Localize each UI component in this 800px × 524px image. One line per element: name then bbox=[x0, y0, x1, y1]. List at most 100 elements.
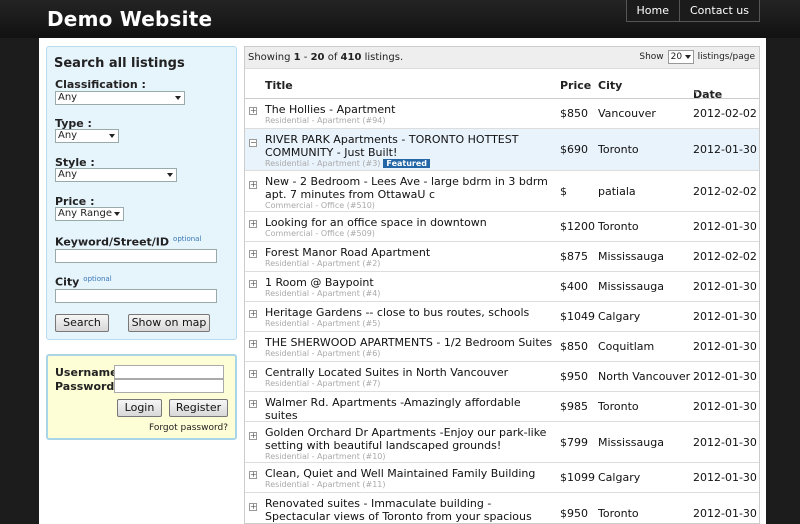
main-content: Search all listings Classification : Any… bbox=[39, 38, 766, 524]
listing-title-cell: 1 Room @ Baypoint Residential - Apartment… bbox=[265, 276, 553, 299]
login-button[interactable]: Login bbox=[117, 399, 162, 417]
plus-box-icon[interactable]: + bbox=[249, 280, 257, 288]
table-row[interactable]: + Renovated suites - Immaculate building … bbox=[245, 493, 759, 523]
keyword-label-text: Keyword/Street/ID bbox=[55, 235, 170, 249]
listing-category-text: Residential - Apartment (#94) bbox=[265, 116, 386, 125]
of-text: of bbox=[327, 52, 338, 63]
plus-box-icon[interactable]: + bbox=[249, 503, 257, 511]
table-row[interactable]: + Clean, Quiet and Well Maintained Family… bbox=[245, 463, 759, 493]
search-button[interactable]: Search bbox=[55, 314, 109, 332]
table-row[interactable]: + THE SHERWOOD APARTMENTS - 1/2 Bedroom S… bbox=[245, 332, 759, 362]
listing-city: Calgary bbox=[598, 310, 641, 323]
nav-contact-link[interactable]: Contact us bbox=[680, 0, 760, 22]
chevron-down-icon bbox=[175, 96, 181, 100]
per-page-control: Show 20 listings/page bbox=[639, 50, 755, 64]
per-page-suffix: listings/page bbox=[697, 52, 755, 62]
listing-date: 2012-01-30 bbox=[693, 340, 757, 353]
column-city[interactable]: City bbox=[598, 79, 622, 92]
listing-title-link[interactable]: Walmer Rd. Apartments -Amazingly afforda… bbox=[265, 396, 553, 422]
listing-title-cell: New - 2 Bedroom - Lees Ave - large bdrm … bbox=[265, 175, 553, 211]
listing-category: Residential - Apartment (#4) bbox=[265, 289, 553, 299]
table-header: Title Price City Date ▾ bbox=[245, 70, 759, 101]
table-row[interactable]: + Looking for an office space in downtown… bbox=[245, 212, 759, 242]
listing-title-cell: THE SHERWOOD APARTMENTS - 1/2 Bedroom Su… bbox=[265, 336, 553, 359]
site-title[interactable]: Demo Website bbox=[47, 7, 212, 31]
listing-category: Residential - Apartment (#94) bbox=[265, 116, 553, 126]
city-input[interactable] bbox=[55, 289, 217, 303]
listing-title-link[interactable]: The Hollies - Apartment bbox=[265, 103, 553, 116]
username-input[interactable] bbox=[114, 365, 224, 379]
listing-date: 2012-01-30 bbox=[693, 143, 757, 156]
listing-title-link[interactable]: RIVER PARK Apartments - TORONTO HOTTEST … bbox=[265, 133, 553, 159]
chevron-down-icon bbox=[114, 212, 120, 216]
plus-box-icon[interactable]: + bbox=[249, 310, 257, 318]
listing-category: Residential - Apartment (#7) bbox=[265, 379, 553, 389]
listing-title-cell: Golden Orchard Dr Apartments -Enjoy our … bbox=[265, 426, 553, 462]
plus-box-icon[interactable]: + bbox=[249, 250, 257, 258]
table-row[interactable]: + Golden Orchard Dr Apartments -Enjoy our… bbox=[245, 422, 759, 463]
classification-select[interactable]: Any bbox=[55, 91, 185, 105]
chevron-down-icon bbox=[167, 173, 173, 177]
plus-box-icon[interactable]: + bbox=[249, 432, 257, 440]
listing-title-link[interactable]: Golden Orchard Dr Apartments -Enjoy our … bbox=[265, 426, 553, 452]
listing-title-link[interactable]: Clean, Quiet and Well Maintained Family … bbox=[265, 467, 553, 480]
table-row[interactable]: + Forest Manor Road Apartment Residential … bbox=[245, 242, 759, 272]
listing-date: 2012-02-02 bbox=[693, 250, 757, 263]
table-row[interactable]: + Centrally Located Suites in North Vanco… bbox=[245, 362, 759, 392]
minus-box-icon[interactable]: − bbox=[249, 139, 257, 147]
forgot-password-link[interactable]: Forgot password? bbox=[149, 423, 228, 433]
table-row[interactable]: + Walmer Rd. Apartments -Amazingly afford… bbox=[245, 392, 759, 431]
keyword-input[interactable] bbox=[55, 249, 217, 263]
city-label-text: City bbox=[55, 275, 80, 289]
listing-price: $799 bbox=[560, 436, 588, 449]
table-row[interactable]: − RIVER PARK Apartments - TORONTO HOTTEST… bbox=[245, 129, 759, 171]
login-panel: Username: Password: Login Register Forgo… bbox=[46, 354, 237, 440]
listing-title-link[interactable]: Renovated suites - Immaculate building -… bbox=[265, 497, 553, 523]
listing-category: Residential - Apartment (#2) bbox=[265, 259, 553, 269]
show-on-map-button[interactable]: Show on map bbox=[128, 314, 210, 332]
plus-box-icon[interactable]: + bbox=[249, 340, 257, 348]
listing-title-link[interactable]: Forest Manor Road Apartment bbox=[265, 246, 553, 259]
top-nav: Home Contact us bbox=[625, 0, 760, 22]
sort-desc-icon: ▾ bbox=[694, 88, 698, 96]
listing-price: $850 bbox=[560, 340, 588, 353]
nav-home-link[interactable]: Home bbox=[626, 0, 680, 22]
listing-category: Residential - Apartment (#3) Featured bbox=[265, 159, 553, 169]
listing-title-link[interactable]: Centrally Located Suites in North Vancou… bbox=[265, 366, 553, 379]
listing-title-link[interactable]: THE SHERWOOD APARTMENTS - 1/2 Bedroom Su… bbox=[265, 336, 553, 349]
plus-box-icon[interactable]: + bbox=[249, 220, 257, 228]
style-select[interactable]: Any bbox=[55, 168, 177, 182]
per-page-select[interactable]: 20 bbox=[667, 50, 694, 64]
listing-category-text: Residential - Apartment (#11) bbox=[265, 480, 386, 489]
plus-box-icon[interactable]: + bbox=[249, 370, 257, 378]
price-select[interactable]: Any Range bbox=[55, 207, 124, 221]
listing-title-cell: Looking for an office space in downtown C… bbox=[265, 216, 553, 239]
listing-title-cell: RIVER PARK Apartments - TORONTO HOTTEST … bbox=[265, 133, 553, 169]
register-button[interactable]: Register bbox=[169, 399, 228, 417]
listing-city: patiala bbox=[598, 185, 636, 198]
per-page-value: 20 bbox=[670, 52, 683, 62]
listing-title-link[interactable]: Looking for an office space in downtown bbox=[265, 216, 553, 229]
chevron-down-icon bbox=[684, 55, 691, 59]
listing-price: $1200 bbox=[560, 220, 595, 233]
listing-title-link[interactable]: 1 Room @ Baypoint bbox=[265, 276, 553, 289]
listing-title-link[interactable]: New - 2 Bedroom - Lees Ave - large bdrm … bbox=[265, 175, 553, 201]
plus-box-icon[interactable]: + bbox=[249, 181, 257, 189]
table-row[interactable]: + The Hollies - Apartment Residential - Ap… bbox=[245, 99, 759, 129]
column-title[interactable]: Title bbox=[265, 79, 293, 92]
range-sep: - bbox=[303, 52, 308, 63]
style-value: Any bbox=[58, 169, 78, 180]
plus-box-icon[interactable]: + bbox=[249, 400, 257, 408]
table-row[interactable]: +1 Room @ Baypoint Residential - Apartmen… bbox=[245, 272, 759, 302]
password-input[interactable] bbox=[114, 379, 224, 393]
type-select[interactable]: Any bbox=[55, 129, 119, 143]
listing-title-cell: Clean, Quiet and Well Maintained Family … bbox=[265, 467, 553, 490]
password-label: Password: bbox=[55, 380, 119, 393]
column-price[interactable]: Price bbox=[560, 79, 591, 92]
table-row[interactable]: + New - 2 Bedroom - Lees Ave - large bdrm… bbox=[245, 171, 759, 212]
listing-title-link[interactable]: Heritage Gardens -- close to bus routes,… bbox=[265, 306, 553, 319]
table-row[interactable]: + Heritage Gardens -- close to bus routes… bbox=[245, 302, 759, 332]
plus-box-icon[interactable]: + bbox=[249, 107, 257, 115]
plus-box-icon[interactable]: + bbox=[249, 471, 257, 479]
listing-price: $400 bbox=[560, 280, 588, 293]
